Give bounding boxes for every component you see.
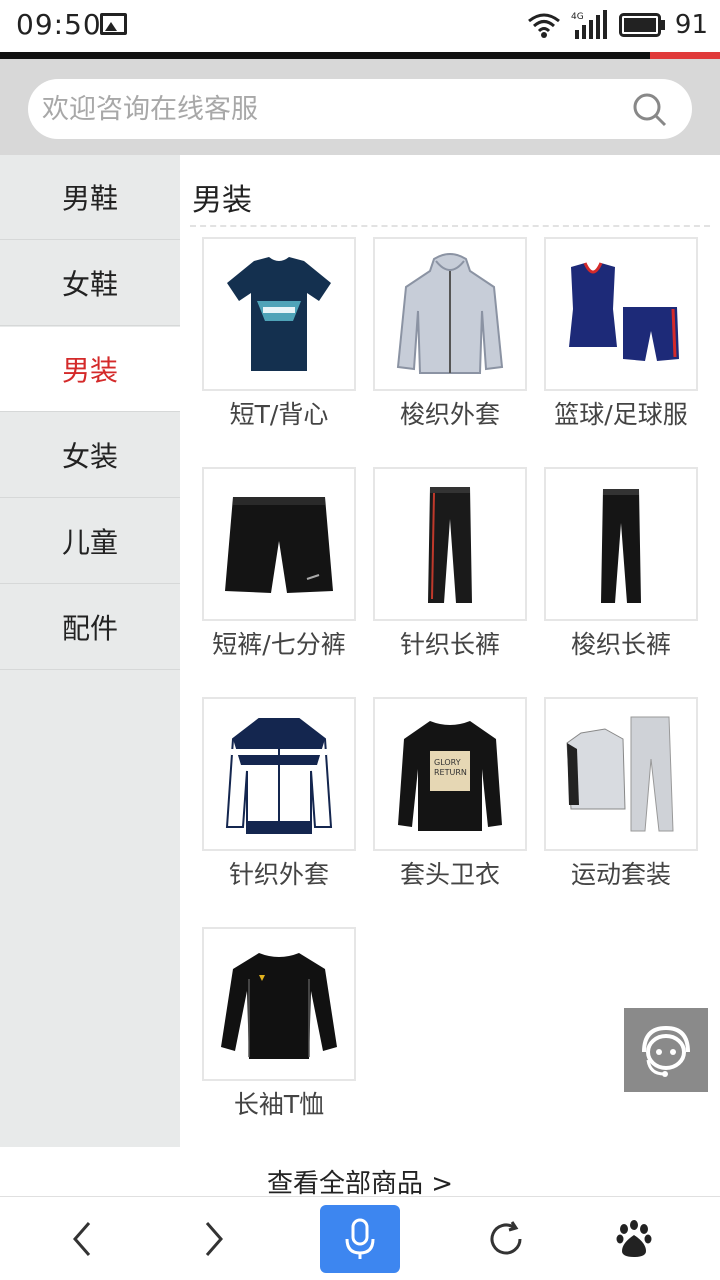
status-time: 09:50 — [16, 8, 102, 41]
svg-text:RETURN: RETURN — [434, 768, 467, 777]
woven-pants-icon — [601, 489, 641, 603]
product-thumb[interactable] — [202, 237, 356, 391]
product-category-item[interactable]: 长袖T恤 — [202, 927, 356, 1121]
page-load-progress — [0, 52, 720, 59]
sidebar-item-mens-shoes[interactable]: 男鞋 — [0, 155, 180, 240]
sidebar-item-womens-shoes[interactable]: 女鞋 — [0, 241, 180, 326]
product-thumb[interactable]: GLORY RETURN — [373, 697, 527, 851]
product-label: 梭织外套 — [399, 400, 500, 429]
battery-icon — [618, 13, 665, 37]
product-thumb[interactable] — [544, 467, 698, 621]
product-thumb[interactable] — [202, 467, 356, 621]
product-label: 梭织长裤 — [570, 630, 671, 659]
battery-level: 91 — [674, 10, 708, 40]
product-thumb[interactable] — [202, 927, 356, 1081]
tshirt-icon — [227, 257, 331, 371]
status-right: 4G 91 — [527, 8, 708, 42]
forward-button[interactable] — [164, 1197, 264, 1280]
hooded-jacket-icon — [396, 253, 504, 374]
tracksuit-icon — [566, 716, 674, 832]
product-thumb[interactable] — [544, 697, 698, 851]
baidu-paw-icon — [616, 1220, 652, 1257]
search-box[interactable] — [28, 79, 692, 139]
product-category-item[interactable]: 短裤/七分裤 — [202, 467, 356, 661]
signal-4g-icon: 4G — [571, 10, 607, 39]
status-bar: 09:50 4G 91 — [0, 0, 720, 52]
long-sleeve-tee-icon — [221, 953, 337, 1059]
product-category-item[interactable]: 针织长裤 — [373, 467, 527, 661]
product-category-item[interactable]: 运动套装 — [544, 697, 698, 891]
wifi-icon — [527, 13, 560, 38]
knit-pants-icon — [428, 487, 472, 603]
back-button[interactable] — [32, 1197, 132, 1280]
search-icon[interactable] — [632, 92, 668, 128]
headset-support-icon — [642, 1025, 690, 1077]
baidu-home-button[interactable] — [584, 1197, 684, 1280]
refresh-icon — [490, 1221, 522, 1255]
product-thumb[interactable] — [373, 237, 527, 391]
product-category-item[interactable]: 梭织长裤 — [544, 467, 698, 661]
svg-text:4G: 4G — [571, 12, 584, 22]
refresh-button[interactable] — [456, 1197, 556, 1280]
basketball-kit-icon — [569, 262, 679, 361]
sidebar-item-accessories[interactable]: 配件 — [0, 585, 180, 670]
view-all-products-link[interactable]: 查看全部商品 > — [0, 1163, 720, 1200]
track-jacket-icon — [225, 718, 333, 834]
voice-search-button[interactable] — [320, 1205, 400, 1273]
sidebar-item-kids[interactable]: 儿童 — [0, 499, 180, 584]
product-label: 长袖T恤 — [233, 1090, 325, 1119]
browser-bottom-bar — [0, 1196, 720, 1280]
sidebar-item-womens-clothing[interactable]: 女装 — [0, 413, 180, 498]
product-thumb[interactable] — [544, 237, 698, 391]
section-title: 男装 — [192, 183, 252, 218]
search-bar — [0, 59, 720, 155]
product-label: 针织外套 — [228, 860, 329, 889]
product-label: 短裤/七分裤 — [212, 630, 346, 659]
product-label: 篮球/足球服 — [554, 400, 688, 429]
product-category-item[interactable]: 梭织外套 — [373, 237, 527, 431]
category-sidebar: 男鞋 女鞋 男装 女装 儿童 配件 — [0, 155, 180, 1147]
product-thumb[interactable] — [202, 697, 356, 851]
shorts-icon — [225, 497, 333, 593]
product-label: 运动套装 — [570, 860, 671, 889]
gallery-icon — [100, 13, 127, 35]
section-divider — [190, 225, 710, 227]
product-label: 针织长裤 — [399, 630, 500, 659]
sidebar-item-mens-clothing[interactable]: 男装 — [0, 327, 180, 412]
product-category-item[interactable]: 针织外套 — [202, 697, 356, 891]
product-thumb[interactable] — [373, 467, 527, 621]
sweatshirt-icon: GLORY RETURN — [398, 721, 502, 831]
product-category-item[interactable]: 短T/背心 — [202, 237, 356, 431]
mic-icon — [345, 1218, 375, 1259]
search-input[interactable] — [42, 79, 622, 139]
product-category-item[interactable]: GLORY RETURN 套头卫衣 — [373, 697, 527, 891]
product-category-item[interactable]: 篮球/足球服 — [544, 237, 698, 431]
product-label: 套头卫衣 — [399, 860, 500, 889]
customer-service-button[interactable] — [624, 1008, 708, 1092]
forward-icon — [205, 1222, 223, 1256]
page-load-progress-tip — [650, 52, 720, 59]
back-icon — [73, 1222, 91, 1256]
svg-text:GLORY: GLORY — [434, 758, 461, 767]
product-label: 短T/背心 — [229, 400, 329, 429]
